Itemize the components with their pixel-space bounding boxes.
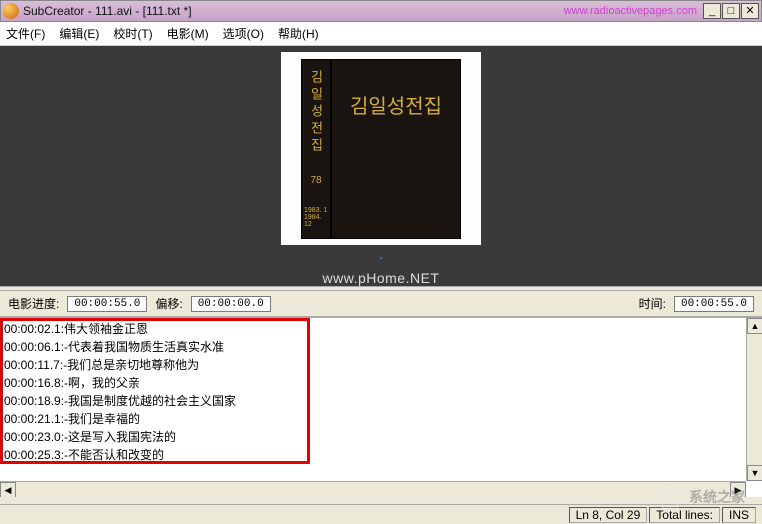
book-spine: 김일성전집 78 1983. 1 1984. 12 — [301, 59, 331, 239]
subtitle-time: 00:00:21.1 — [4, 410, 61, 428]
subtitle-row[interactable]: 00:00:02.1:伟大领袖金正恩 — [4, 320, 758, 338]
total-time[interactable]: 00:00:55.0 — [674, 296, 754, 312]
subtitle-text: :-我国是制度优越的社会主义国家 — [61, 394, 236, 408]
subtitle-text: :-不能否认和改变的 — [61, 448, 164, 462]
subtitle-cue: - — [379, 253, 382, 264]
subtitle-time: 00:00:18.9 — [4, 392, 61, 410]
offset-time[interactable]: 00:00:00.0 — [191, 296, 271, 312]
subtitle-time: 00:00:06.1 — [4, 338, 61, 356]
scroll-up-icon[interactable]: ▲ — [747, 318, 762, 334]
spine-title: 김일성전집 — [307, 70, 326, 155]
menu-edit[interactable]: 编辑(E) — [59, 25, 99, 42]
subtitle-time: 00:00:25.3 — [4, 446, 61, 464]
subtitle-text: :-这是写入我国宪法的 — [61, 430, 176, 444]
subtitle-time: 00:00:11.7 — [4, 356, 60, 374]
book-cover: 김일성전집 — [331, 59, 461, 239]
close-button[interactable]: ✕ — [741, 3, 759, 19]
menubar: 文件(F) 编辑(E) 校时(T) 电影(M) 选项(O) 帮助(H) — [0, 22, 762, 46]
cursor-position: Ln 8, Col 29 — [569, 507, 648, 523]
subtitle-time: 00:00:23.0 — [4, 428, 61, 446]
scroll-down-icon[interactable]: ▼ — [747, 465, 762, 481]
offset-label: 偏移: — [155, 295, 182, 312]
subtitle-text: :伟大领袖金正恩 — [61, 322, 148, 336]
time-label: 时间: — [639, 295, 666, 312]
book-graphic: 김일성전집 78 1983. 1 1984. 12 김일성전집 — [301, 59, 461, 239]
spine-dates: 1983. 1 1984. 12 — [304, 207, 328, 228]
subtitle-editor[interactable]: 00:00:02.1:伟大领袖金正恩00:00:06.1:-代表着我国物质生活真… — [0, 317, 762, 497]
progress-label: 电影进度: — [8, 295, 59, 312]
subtitle-row[interactable]: 00:00:11.7:-我们总是亲切地尊称他为 — [4, 356, 758, 374]
subtitle-text: :-我们总是亲切地尊称他为 — [60, 358, 199, 372]
subtitle-text: :-代表着我国物质生活真实水准 — [61, 340, 224, 354]
subtitle-row[interactable]: 00:00:21.1:-我们是幸福的 — [4, 410, 758, 428]
menu-options[interactable]: 选项(O) — [223, 25, 264, 42]
cover-title: 김일성전집 — [350, 90, 442, 119]
video-watermark: www.pHome.NET — [323, 270, 440, 286]
subtitle-text: :-我们是幸福的 — [61, 412, 140, 426]
subtitle-row[interactable]: 00:00:06.1:-代表着我国物质生活真实水准 — [4, 338, 758, 356]
subtitle-time: 00:00:02.1 — [4, 320, 61, 338]
minimize-button[interactable]: _ — [703, 3, 721, 19]
total-lines: Total lines: — [649, 507, 720, 523]
vertical-scrollbar[interactable]: ▲ ▼ — [746, 318, 762, 481]
menu-help[interactable]: 帮助(H) — [278, 25, 319, 42]
subtitle-list[interactable]: 00:00:02.1:伟大领袖金正恩00:00:06.1:-代表着我国物质生活真… — [0, 318, 762, 466]
subtitle-row[interactable]: 00:00:25.3:-不能否认和改变的 — [4, 446, 758, 464]
video-preview[interactable]: 김일성전집 78 1983. 1 1984. 12 김일성전집 - www.pH… — [0, 46, 762, 286]
horizontal-scrollbar[interactable]: ◀ ▶ — [0, 481, 746, 497]
subtitle-time: 00:00:16.8 — [4, 374, 61, 392]
video-frame: 김일성전집 78 1983. 1 1984. 12 김일성전집 — [281, 52, 481, 245]
subtitle-row[interactable]: 00:00:16.8:-啊，我的父亲 — [4, 374, 758, 392]
titlebar-url: www.radioactivepages.com — [564, 5, 697, 17]
subtitle-row[interactable]: 00:00:23.0:-这是写入我国宪法的 — [4, 428, 758, 446]
app-icon — [3, 3, 19, 19]
subtitle-text: :-啊，我的父亲 — [61, 376, 140, 390]
progress-time[interactable]: 00:00:55.0 — [67, 296, 147, 312]
maximize-button[interactable]: □ — [722, 3, 740, 19]
menu-file[interactable]: 文件(F) — [6, 25, 45, 42]
timecode-row: 电影进度: 00:00:55.0 偏移: 00:00:00.0 时间: 00:0… — [0, 291, 762, 317]
titlebar: SubCreator - 111.avi - [111.txt *] www.r… — [0, 0, 762, 22]
window-title: SubCreator - 111.avi - [111.txt *] — [23, 4, 564, 18]
menu-movie[interactable]: 电影(M) — [167, 25, 209, 42]
scroll-right-icon[interactable]: ▶ — [730, 482, 746, 497]
menu-timing[interactable]: 校时(T) — [113, 25, 152, 42]
window-controls: _ □ ✕ — [703, 3, 759, 19]
scroll-left-icon[interactable]: ◀ — [0, 482, 16, 497]
subtitle-row[interactable]: 00:00:18.9:-我国是制度优越的社会主义国家 — [4, 392, 758, 410]
insert-mode: INS — [722, 507, 756, 523]
spine-number: 78 — [310, 175, 321, 186]
status-bar: Ln 8, Col 29 Total lines: INS — [0, 504, 762, 524]
